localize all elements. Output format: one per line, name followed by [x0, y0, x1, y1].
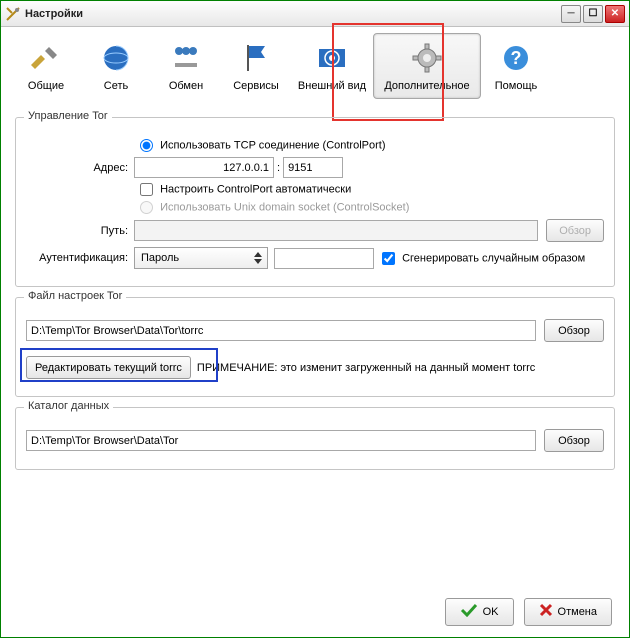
- app-icon: [5, 6, 21, 22]
- radio-tcp[interactable]: Использовать TCP соединение (ControlPort…: [140, 139, 386, 152]
- checkbox-auto-config-input[interactable]: [140, 183, 153, 196]
- torrc-path-input[interactable]: [26, 320, 536, 341]
- radio-unix-label: Использовать Unix domain socket (Control…: [160, 201, 409, 213]
- cancel-label: Отмена: [558, 606, 597, 618]
- ok-label: OK: [483, 606, 499, 618]
- tab-general[interactable]: Общие: [11, 33, 81, 99]
- tab-label: Помощь: [482, 80, 550, 92]
- auth-label: Аутентификация:: [26, 252, 134, 264]
- checkbox-auto-config-label: Настроить ControlPort автоматически: [160, 183, 351, 195]
- auth-select[interactable]: Пароль: [134, 247, 268, 269]
- port-input[interactable]: [283, 157, 343, 178]
- cancel-button[interactable]: Отмена: [524, 598, 612, 626]
- svg-text:?: ?: [511, 48, 522, 68]
- help-icon: ?: [482, 38, 550, 78]
- address-label: Адрес:: [26, 162, 134, 174]
- auth-select-value: Пароль: [141, 252, 179, 264]
- check-icon: [460, 603, 478, 622]
- tab-appearance[interactable]: Внешний вид: [291, 33, 373, 99]
- tab-advanced[interactable]: Дополнительное: [373, 33, 481, 99]
- close-button[interactable]: ✕: [605, 5, 625, 23]
- nodes-icon: [152, 38, 220, 78]
- flag-icon: [222, 38, 290, 78]
- x-icon: [539, 603, 553, 621]
- radio-tcp-label: Использовать TCP соединение (ControlPort…: [160, 139, 385, 151]
- legend-control: Управление Tor: [24, 110, 112, 122]
- tab-label: Сеть: [82, 80, 150, 92]
- dialog-footer: OK Отмена: [445, 598, 612, 626]
- ok-button[interactable]: OK: [445, 598, 514, 626]
- socket-path-input: [134, 220, 538, 241]
- datadir-path-input[interactable]: [26, 430, 536, 451]
- globe-icon: [82, 38, 150, 78]
- gear-icon: [374, 38, 480, 78]
- toolbar: Общие Сеть Обмен Сервисы Внешний вид Доп…: [1, 27, 629, 101]
- fieldset-control: Управление Tor Использовать TCP соединен…: [15, 117, 615, 287]
- tab-label: Дополнительное: [374, 80, 480, 92]
- browse-datadir-button[interactable]: Обзор: [544, 429, 604, 452]
- emblem-icon: [292, 38, 372, 78]
- checkbox-gen-random[interactable]: Сгенерировать случайным образом: [382, 252, 585, 265]
- checkbox-auto-config[interactable]: Настроить ControlPort автоматически: [140, 183, 351, 196]
- legend-torrc: Файл настроек Tor: [24, 290, 126, 302]
- minimize-button[interactable]: ─: [561, 5, 581, 23]
- content: Управление Tor Использовать TCP соединен…: [1, 101, 629, 484]
- fieldset-datadir: Каталог данных Обзор: [15, 407, 615, 470]
- radio-unix-input[interactable]: [140, 201, 153, 214]
- tab-help[interactable]: ? Помощь: [481, 33, 551, 99]
- password-input[interactable]: [274, 248, 374, 269]
- tab-services[interactable]: Сервисы: [221, 33, 291, 99]
- radio-unix[interactable]: Использовать Unix domain socket (Control…: [140, 201, 409, 214]
- colon: :: [274, 162, 283, 174]
- window-title: Настройки: [25, 8, 561, 20]
- tab-label: Внешний вид: [292, 80, 372, 92]
- window-controls: ─ ☐ ✕: [561, 5, 625, 23]
- browse-torrc-button[interactable]: Обзор: [544, 319, 604, 342]
- torrc-note: ПРИМЕЧАНИЕ: это изменит загруженный на д…: [197, 362, 535, 374]
- edit-torrc-button[interactable]: Редактировать текущий torrc: [26, 356, 191, 379]
- tab-label: Общие: [12, 80, 80, 92]
- tab-label: Обмен: [152, 80, 220, 92]
- address-input[interactable]: [134, 157, 274, 178]
- tab-network[interactable]: Сеть: [81, 33, 151, 99]
- checkbox-gen-random-input[interactable]: [382, 252, 395, 265]
- checkbox-gen-random-label: Сгенерировать случайным образом: [402, 252, 585, 264]
- tab-sharing[interactable]: Обмен: [151, 33, 221, 99]
- titlebar: Настройки ─ ☐ ✕: [1, 1, 629, 27]
- tab-label: Сервисы: [222, 80, 290, 92]
- maximize-button[interactable]: ☐: [583, 5, 603, 23]
- path-label: Путь:: [26, 225, 134, 237]
- legend-datadir: Каталог данных: [24, 400, 113, 412]
- browse-socket-button[interactable]: Обзор: [546, 219, 604, 242]
- fieldset-torrc: Файл настроек Tor Обзор Редактировать те…: [15, 297, 615, 397]
- radio-tcp-input[interactable]: [140, 139, 153, 152]
- tools-icon: [12, 38, 80, 78]
